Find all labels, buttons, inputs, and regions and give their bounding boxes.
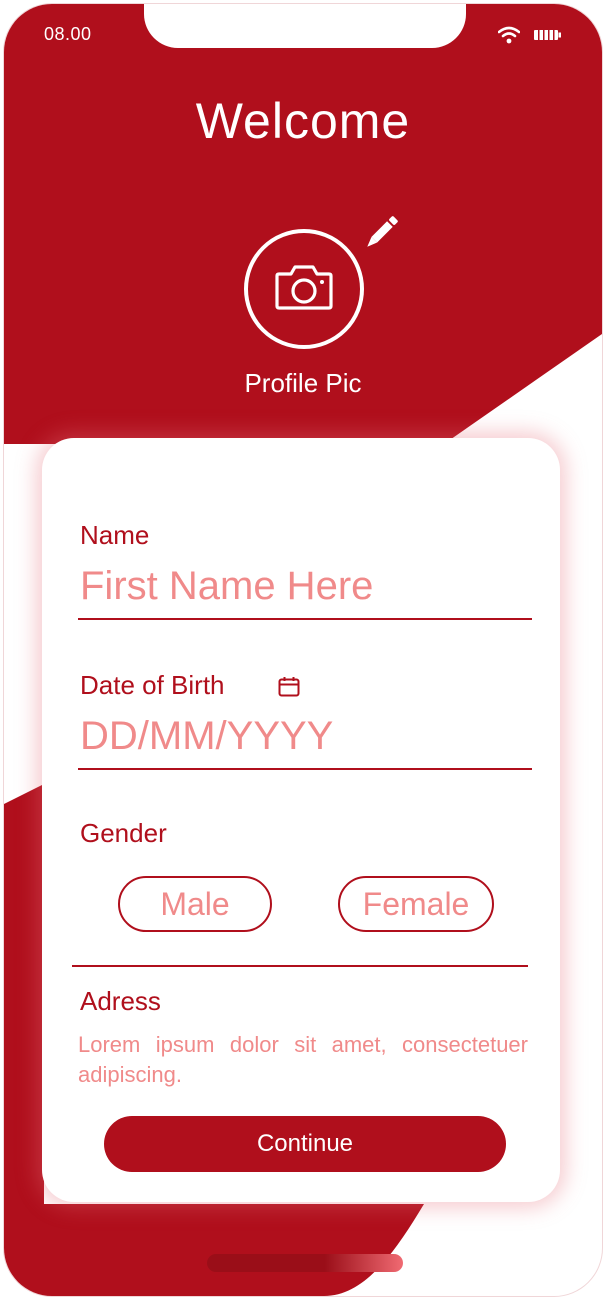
notch [144,4,466,48]
calendar-icon[interactable] [278,676,300,703]
phone-screen: 08.00 Welcome Profile Pic Name First Nam… [4,4,602,1296]
profile-pic-button[interactable] [244,229,364,349]
pencil-icon[interactable] [358,212,402,261]
first-name-input[interactable] [78,558,532,620]
address-label: Adress [80,986,161,1016]
name-label: Name [80,520,150,550]
form-card: Name Date of Birth Gender Male Female Ad… [42,438,560,1202]
profile-pic-label: Profile Pic [244,368,362,398]
divider [72,965,528,967]
gender-female-button[interactable]: Female [338,876,494,932]
camera-icon [275,264,333,315]
gender-label: Gender [80,818,167,848]
status-icons [497,26,562,49]
status-time: 08.00 [44,24,92,44]
wifi-icon [497,26,521,49]
page-title: Welcome [195,93,411,149]
dob-input[interactable] [78,708,532,770]
home-indicator [207,1254,403,1272]
battery-icon [534,28,562,47]
dob-label: Date of Birth [80,670,225,700]
address-text[interactable]: Lorem ipsum dolor sit amet, consectetuer… [78,1030,528,1090]
continue-button[interactable]: Continue [104,1116,506,1172]
gender-male-button[interactable]: Male [118,876,272,932]
